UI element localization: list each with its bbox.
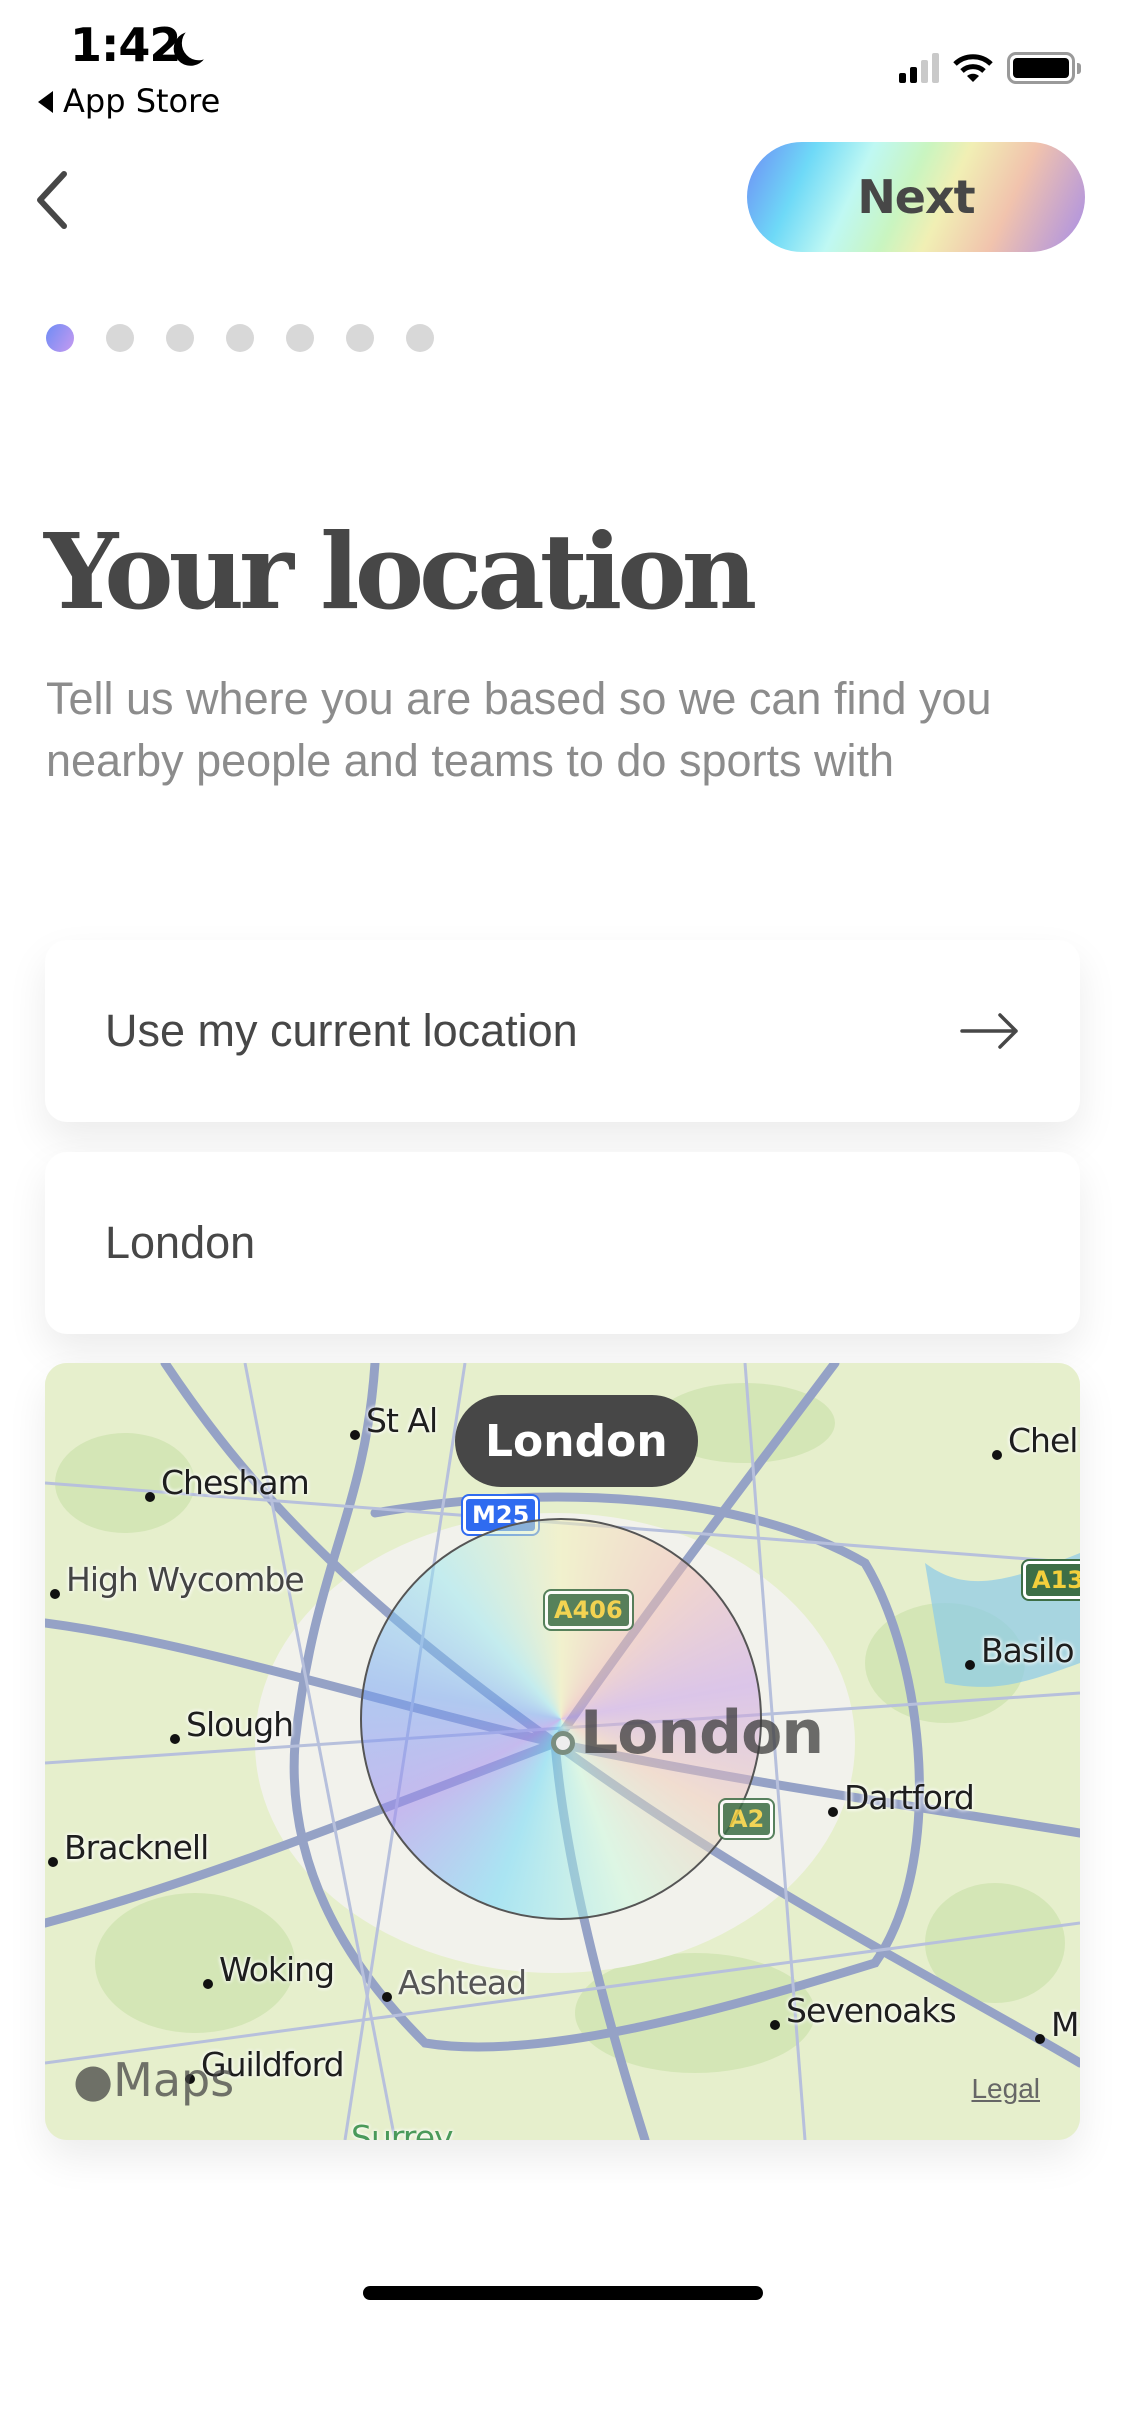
- back-to-app-store[interactable]: App Store: [38, 82, 220, 120]
- map-place-label: Woking: [203, 1950, 335, 1989]
- place-dot-icon: [770, 2020, 780, 2030]
- map-place-label: Slough: [170, 1705, 294, 1744]
- progress-dot: [286, 324, 314, 352]
- place-dot-icon: [992, 1450, 1002, 1460]
- legal-link[interactable]: Legal: [971, 2073, 1040, 2105]
- status-time: 1:42: [70, 18, 181, 72]
- moon-icon: [179, 24, 218, 63]
- place-dot-icon: [203, 1979, 213, 1989]
- place-dot-icon: [170, 1734, 180, 1744]
- map-place-label: Chesham: [145, 1463, 310, 1502]
- next-button[interactable]: Next: [747, 142, 1085, 252]
- place-dot-icon: [48, 1857, 58, 1867]
- map-city-label: London: [580, 1698, 824, 1768]
- city-field[interactable]: London: [45, 1152, 1080, 1334]
- place-dot-icon: [145, 1492, 155, 1502]
- progress-dot: [226, 324, 254, 352]
- map-place-label: Sevenoaks: [770, 1991, 957, 2030]
- progress-dots: [46, 324, 434, 352]
- place-dot-icon: [1035, 2034, 1045, 2044]
- place-dot-icon: [350, 1430, 360, 1440]
- city-value: London: [105, 1217, 256, 1268]
- place-dot-icon: [50, 1589, 60, 1599]
- place-dot-icon: [382, 1992, 392, 2002]
- location-pin-icon: [551, 1731, 575, 1755]
- road-shield-a406: A406: [545, 1591, 632, 1629]
- wifi-icon: [953, 54, 993, 82]
- pin-callout: London: [455, 1395, 698, 1487]
- map-view[interactable]: St Al Chesham Chel High Wycombe Basilo S…: [45, 1363, 1080, 2140]
- map-place-label: Bracknell: [48, 1828, 209, 1867]
- battery-icon: [1007, 52, 1081, 84]
- map-place-label: Chel: [992, 1421, 1078, 1460]
- road-shield-a130: A130: [1023, 1561, 1080, 1599]
- map-place-label: Basilo: [965, 1631, 1075, 1670]
- map-place-label: High Wycombe: [50, 1560, 305, 1599]
- apple-maps-logo: ●Maps: [73, 2053, 234, 2107]
- progress-dot-active: [46, 324, 74, 352]
- progress-dot: [106, 324, 134, 352]
- arrow-right-icon: [960, 1013, 1018, 1049]
- current-location-label: Use my current location: [105, 1005, 578, 1056]
- place-dot-icon: [965, 1660, 975, 1670]
- apple-logo-icon: ●: [73, 2053, 114, 2107]
- map-place-label: Ma: [1035, 2005, 1080, 2044]
- status-icons: [899, 52, 1081, 84]
- place-dot-icon: [828, 1807, 838, 1817]
- progress-dot: [346, 324, 374, 352]
- back-triangle-icon: [38, 91, 53, 113]
- map-place-label: St Al: [350, 1401, 438, 1440]
- progress-dot: [406, 324, 434, 352]
- back-button[interactable]: [22, 160, 82, 240]
- signal-icon: [899, 53, 939, 83]
- chevron-left-icon: [37, 171, 67, 229]
- progress-dot: [166, 324, 194, 352]
- map-place-label: Dartford: [828, 1778, 975, 1817]
- use-current-location-button[interactable]: Use my current location: [45, 940, 1080, 1122]
- map-place-label: Surrey: [335, 2118, 454, 2140]
- home-indicator[interactable]: [363, 2286, 763, 2300]
- road-shield-a2: A2: [720, 1800, 774, 1838]
- maps-logo-text: Maps: [113, 2053, 235, 2107]
- page-subtitle: Tell us where you are based so we can fi…: [46, 673, 992, 786]
- map-place-label: Ashtead: [382, 1963, 527, 2002]
- back-app-label: App Store: [63, 82, 221, 120]
- page-title: Your location: [44, 510, 757, 633]
